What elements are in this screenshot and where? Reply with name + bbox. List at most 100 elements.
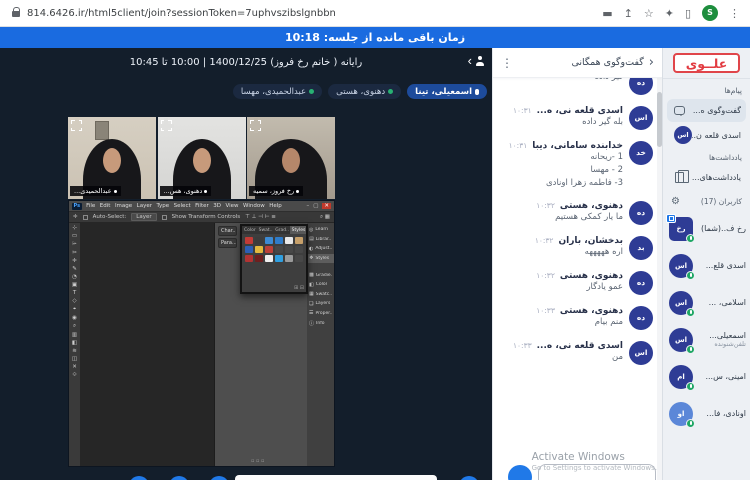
ps-style-tile[interactable] — [245, 255, 253, 262]
ps-layer-dropdown[interactable]: Layer — [131, 213, 157, 221]
ps-bottom-icons[interactable]: ▫ ▫ ▫ — [251, 458, 264, 464]
ps-menu-item[interactable]: 3D — [213, 203, 221, 209]
ps-style-tile[interactable] — [285, 237, 293, 244]
address-bar[interactable]: 814.6426.ir/html5client/join?sessionToke… — [27, 8, 336, 19]
ps-tool-icon[interactable]: ◉ — [72, 315, 77, 321]
ps-tool-icon[interactable]: ⌲ — [72, 241, 76, 248]
ps-style-tile[interactable] — [255, 246, 263, 253]
ps-panel-tab[interactable]: Color — [242, 226, 257, 234]
side-panel-icon[interactable]: ▯ — [685, 7, 691, 20]
ps-search-workspace-icons[interactable]: ⌕ ▦ — [320, 214, 330, 221]
ps-style-tile[interactable] — [265, 246, 273, 253]
ps-panel-tab[interactable]: Styles — [289, 226, 306, 234]
ps-panel-tab[interactable]: Grad.. — [273, 226, 289, 234]
ps-dock-item[interactable]: ☰ Proper.. — [307, 309, 334, 318]
ps-window-control[interactable]: ▢ — [313, 203, 318, 209]
ps-menu-item[interactable]: Layer — [137, 203, 152, 209]
ps-style-tile[interactable] — [285, 255, 293, 262]
ps-style-tile[interactable] — [295, 237, 303, 244]
action-button[interactable] — [209, 476, 229, 480]
ps-tool-icon[interactable]: ◔ — [72, 274, 77, 280]
chat-back-icon[interactable]: ‹ — [649, 55, 654, 70]
ps-panel-footer-icons[interactable]: ⊞ ⊟ — [294, 285, 304, 291]
ps-window-control[interactable]: ✕ — [322, 203, 331, 209]
ps-menu-item[interactable]: Edit — [100, 203, 111, 209]
extensions-icon[interactable]: ✦ — [665, 7, 674, 20]
ps-tool-icon[interactable]: ≋ — [72, 348, 77, 354]
action-button[interactable] — [169, 476, 189, 480]
ps-style-tile[interactable] — [245, 237, 253, 244]
ps-tool-icon[interactable]: ⟐ — [72, 372, 76, 379]
chat-options-kebab-icon[interactable]: ⋮ — [501, 56, 513, 70]
ps-dock-item[interactable]: ▤ Librar.. — [307, 235, 334, 244]
ps-style-tile[interactable] — [295, 246, 303, 253]
video-tile[interactable]: رخ فروز، سمیه — [247, 117, 335, 199]
fullscreen-icon[interactable] — [158, 118, 174, 133]
ps-autoselect-checkbox[interactable] — [82, 214, 88, 220]
ps-transform-checkbox[interactable] — [161, 214, 167, 220]
ps-menu-item[interactable]: Image — [115, 203, 132, 209]
ps-menu-item[interactable]: Window — [243, 203, 265, 209]
ps-collapsed-panel[interactable]: Char... — [218, 226, 237, 236]
ps-tool-icon[interactable]: ✎ — [72, 266, 77, 272]
ps-tool-icon[interactable]: ⌕ — [73, 323, 76, 330]
speaker-pill[interactable]: عبدالحمیدی، مهسا — [232, 84, 323, 99]
ps-style-tile[interactable] — [295, 255, 303, 262]
speaker-pill[interactable]: اسمعیلی، تینا — [407, 84, 487, 99]
fullscreen-icon[interactable] — [69, 118, 84, 133]
ps-dock-item[interactable]: ❖ Styles — [307, 253, 334, 263]
ps-style-tile[interactable] — [285, 246, 293, 253]
ps-collapsed-panel[interactable]: Para... — [218, 238, 237, 248]
manage-users-gear-icon[interactable]: ⚙ — [671, 196, 680, 207]
share-icon[interactable]: ↥ — [624, 7, 633, 20]
ps-window-control[interactable]: – — [306, 203, 309, 209]
ps-tool-icon[interactable]: ▭ — [72, 233, 77, 239]
ps-move-tool-icon[interactable]: ✛ — [73, 214, 78, 220]
sidebar-item-public-chat[interactable]: گفت‌وگوی ه... — [667, 99, 746, 122]
user-list-item[interactable]: اونادی، فا... او — [667, 396, 746, 431]
ps-align-icons[interactable]: ⊤ ⊥ ⊣ ⊢ ≡ — [245, 214, 276, 220]
ps-dock-item[interactable]: ▩ Gradie.. — [307, 271, 334, 280]
ps-tool-icon[interactable]: ▥ — [72, 332, 77, 338]
ps-menu-item[interactable]: Help — [269, 203, 282, 209]
ps-canvas[interactable] — [80, 223, 215, 466]
ps-tool-icon[interactable]: ⌖ — [73, 306, 76, 313]
ps-menu-item[interactable]: Filter — [195, 203, 209, 209]
ps-tool-icon[interactable]: ✛ — [72, 258, 77, 264]
ps-tool-icon[interactable]: ◧ — [72, 340, 77, 346]
send-button[interactable] — [508, 465, 532, 480]
action-button[interactable] — [129, 476, 149, 480]
message-input[interactable] — [538, 464, 656, 480]
browser-menu-kebab-icon[interactable]: ⋮ — [729, 7, 740, 20]
ps-style-tile[interactable] — [265, 255, 273, 262]
screenshare-photoshop[interactable]: Ps File Edit Image Layer Type Select Filter 3D V… — [68, 200, 335, 467]
ps-style-tile[interactable] — [245, 246, 253, 253]
ps-tool-icon[interactable]: ◫ — [72, 356, 77, 362]
speaker-pill[interactable]: دهنوی، هستی — [328, 84, 402, 99]
user-list-item[interactable]: امینی، س... ام — [667, 359, 746, 394]
video-tile[interactable]: دهنوی، هس... — [157, 117, 246, 199]
user-list-item[interactable]: اسلامی، ... اس — [667, 285, 746, 320]
ps-style-tile[interactable] — [265, 237, 273, 244]
ps-tool-icon[interactable]: ▣ — [72, 282, 77, 288]
ps-tool-icon[interactable]: ✂ — [72, 250, 77, 256]
ps-panel-tab[interactable]: Swat.. — [257, 226, 274, 234]
restore-panel-button[interactable]: ‹ — [468, 54, 485, 67]
ps-dock-item[interactable]: ◧ Color — [307, 280, 334, 289]
ps-menu-item[interactable]: Type — [157, 203, 170, 209]
user-list-item[interactable]: رخ ف..(شما) رخ — [666, 211, 746, 246]
bookmark-star-icon[interactable]: ☆ — [644, 7, 654, 20]
profile-avatar[interactable]: S — [702, 5, 718, 21]
action-button[interactable] — [459, 476, 479, 480]
ps-menu-item[interactable]: View — [225, 203, 238, 209]
ps-dock-item[interactable]: ◎ Learn — [307, 225, 334, 234]
ps-tool-icon[interactable]: ⊹ — [72, 225, 77, 231]
video-tile[interactable]: عبدالحمیدی... — [68, 117, 156, 199]
ps-dock-item[interactable]: ❏ Layers — [307, 299, 334, 308]
ps-dock-item[interactable]: ⓘ Info — [307, 318, 334, 328]
fullscreen-icon[interactable] — [248, 118, 263, 133]
ps-style-tile[interactable] — [275, 246, 283, 253]
ps-dock-item[interactable]: ▦ Swatc.. — [307, 290, 334, 299]
ps-dock-item[interactable]: ◐ Adjust.. — [307, 244, 334, 253]
ps-menu-item[interactable]: File — [86, 203, 95, 209]
